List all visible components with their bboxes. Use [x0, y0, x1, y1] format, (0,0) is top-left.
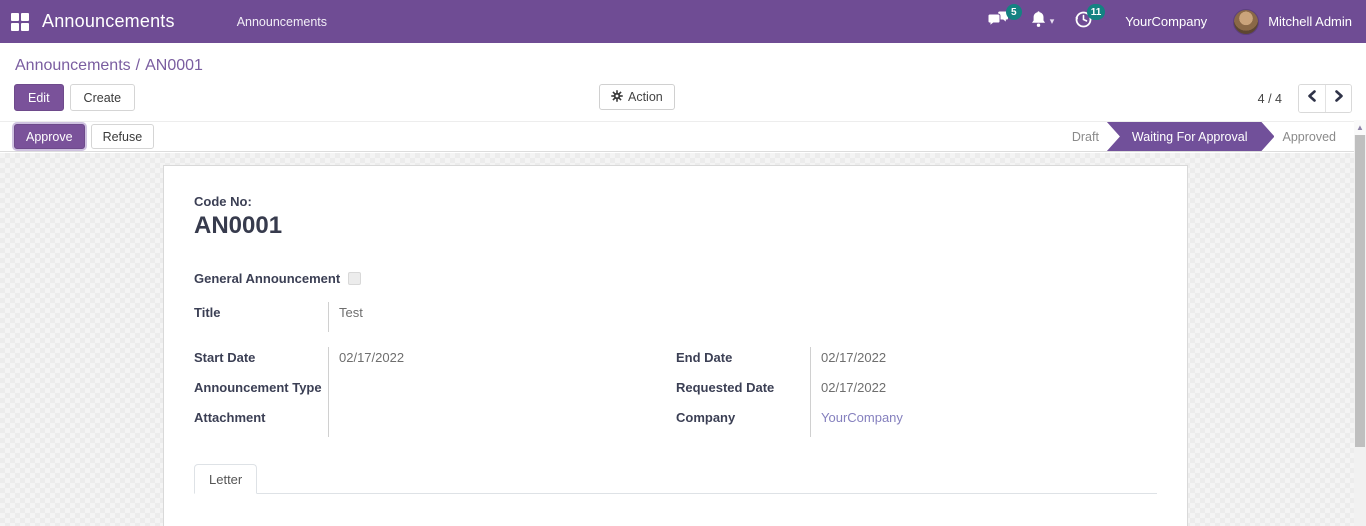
general-announcement-row: General Announcement	[194, 271, 1157, 286]
action-menu-button[interactable]: Action	[599, 84, 675, 110]
app-window: Announcements Announcements 5	[0, 0, 1366, 526]
company-label: Company	[676, 407, 810, 437]
breadcrumb: Announcements / AN0001	[15, 57, 203, 75]
form-sheet: Code No: AN0001 General Announcement Tit…	[163, 165, 1188, 526]
caret-down-icon: ▾	[1050, 16, 1055, 27]
messages-button[interactable]: 5	[977, 0, 1020, 43]
attachment-value	[328, 407, 676, 437]
user-avatar	[1233, 9, 1259, 35]
announcement-type-label: Announcement Type	[194, 377, 328, 407]
pager-previous-button[interactable]	[1299, 85, 1325, 112]
general-announcement-label: General Announcement	[194, 271, 340, 286]
create-button[interactable]: Create	[70, 84, 136, 111]
fields-grid: Start Date 02/17/2022 Announcement Type …	[194, 347, 1157, 437]
end-date-label: End Date	[676, 347, 810, 377]
action-label: Action	[628, 90, 663, 104]
requested-date-row: Requested Date 02/17/2022	[676, 377, 1157, 407]
stage-waiting-for-approval[interactable]: Waiting For Approval	[1107, 122, 1275, 151]
vertical-scrollbar[interactable]: ▲	[1354, 120, 1366, 526]
chevron-right-icon	[1333, 89, 1345, 108]
breadcrumb-separator: /	[136, 57, 140, 74]
edit-button[interactable]: Edit	[14, 84, 64, 111]
user-name: Mitchell Admin	[1268, 14, 1352, 29]
apps-grid-icon	[11, 13, 29, 31]
company-link[interactable]: YourCompany	[810, 407, 1157, 437]
scrollbar-thumb[interactable]	[1355, 135, 1365, 447]
breadcrumb-current: AN0001	[145, 57, 203, 74]
company-switcher[interactable]: YourCompany	[1125, 14, 1207, 29]
end-date-row: End Date 02/17/2022	[676, 347, 1157, 377]
announcement-type-value	[328, 377, 676, 407]
attachment-row: Attachment	[194, 407, 676, 437]
top-navbar: Announcements Announcements 5	[0, 0, 1366, 43]
activities-badge: 11	[1087, 4, 1106, 20]
form-buttons: Edit Create	[14, 84, 135, 111]
scroll-up-button[interactable]: ▲	[1354, 120, 1366, 135]
general-announcement-checkbox	[348, 272, 361, 285]
chevron-left-icon	[1306, 89, 1318, 108]
fields-column-left: Start Date 02/17/2022 Announcement Type …	[194, 347, 676, 437]
stage-approved[interactable]: Approved	[1276, 122, 1342, 151]
approve-button[interactable]: Approve	[14, 124, 85, 149]
statusbar-buttons: Approve Refuse	[0, 124, 154, 149]
start-date-row: Start Date 02/17/2022	[194, 347, 676, 377]
user-menu[interactable]: Mitchell Admin	[1233, 9, 1352, 35]
fields-column-right: End Date 02/17/2022 Requested Date 02/17…	[676, 347, 1157, 437]
pager: 4 / 4	[1258, 84, 1352, 113]
attachment-label: Attachment	[194, 407, 328, 437]
stage-draft[interactable]: Draft	[1066, 122, 1105, 151]
pager-next-button[interactable]	[1325, 85, 1351, 112]
control-panel: Announcements / AN0001 Edit Create	[0, 43, 1366, 121]
menu-announcements[interactable]: Announcements	[237, 15, 327, 29]
notebook-tabs: Letter	[194, 463, 1157, 494]
announcement-type-row: Announcement Type	[194, 377, 676, 407]
requested-date-value: 02/17/2022	[810, 377, 1157, 407]
pager-buttons	[1298, 84, 1352, 113]
code-no-label: Code No:	[194, 194, 1157, 209]
notifications-button[interactable]: ▾	[1020, 0, 1065, 43]
pager-count: 4 / 4	[1258, 92, 1282, 106]
form-view-background: Code No: AN0001 General Announcement Tit…	[0, 153, 1354, 526]
record-code-heading: AN0001	[194, 212, 1157, 240]
apps-menu-button[interactable]	[0, 0, 40, 43]
app-brand-title[interactable]: Announcements	[42, 11, 175, 32]
start-date-value: 02/17/2022	[328, 347, 676, 377]
start-date-label: Start Date	[194, 347, 328, 377]
tab-divider	[194, 493, 1157, 494]
refuse-button[interactable]: Refuse	[91, 124, 155, 149]
company-row: Company YourCompany	[676, 407, 1157, 437]
title-label: Title	[194, 302, 328, 332]
status-stages: Draft Waiting For Approval Approved	[1066, 122, 1342, 151]
bell-icon	[1030, 10, 1047, 33]
end-date-value: 02/17/2022	[810, 347, 1157, 377]
requested-date-label: Requested Date	[676, 377, 810, 407]
title-value: Test	[328, 302, 677, 332]
statusbar: Approve Refuse Draft Waiting For Approva…	[0, 121, 1354, 152]
activities-button[interactable]: 11	[1064, 0, 1103, 43]
tab-letter[interactable]: Letter	[194, 464, 257, 494]
breadcrumb-parent-link[interactable]: Announcements	[15, 57, 131, 74]
title-field-row: Title Test	[194, 302, 677, 332]
navbar-right: 5 ▾ 11	[977, 0, 1366, 43]
gear-icon	[611, 90, 623, 105]
